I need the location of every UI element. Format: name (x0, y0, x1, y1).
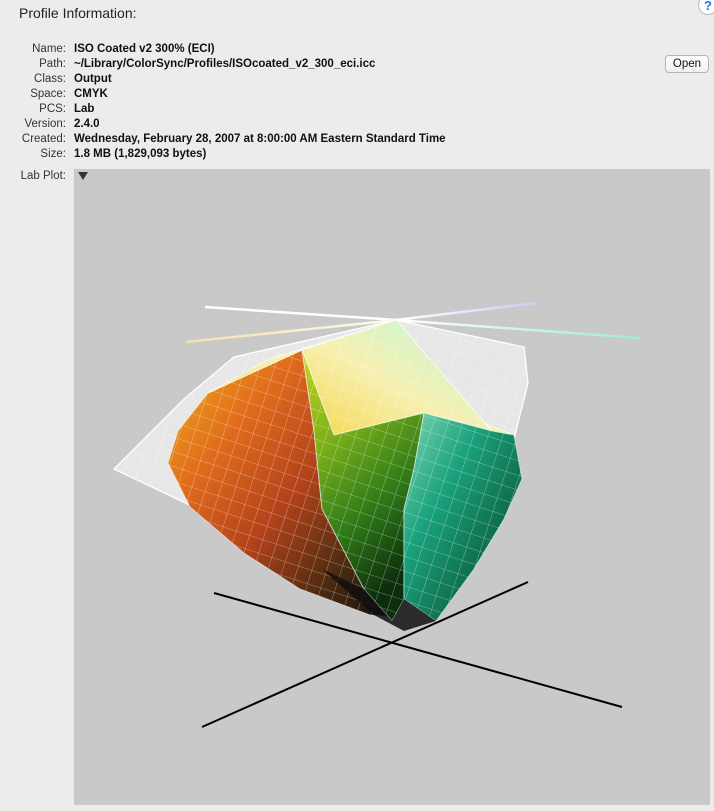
info-row-version: Version: 2.4.0 (0, 117, 446, 132)
info-value-pcs: Lab (74, 103, 95, 115)
info-label: Created: (21, 133, 66, 145)
info-row-path: Path: ~/Library/ColorSync/Profiles/ISOco… (0, 57, 446, 72)
info-row-class: Class: Output (0, 72, 446, 87)
info-value-name: ISO Coated v2 300% (ECI) (74, 43, 215, 55)
gamut-3d-plot (112, 301, 641, 728)
lab-plot-label: Lab Plot: (20, 170, 66, 182)
info-label: Size: (40, 148, 66, 160)
info-label: Path: (39, 58, 66, 70)
info-value-version: 2.4.0 (74, 118, 100, 130)
lab-plot-view[interactable] (74, 169, 710, 805)
info-value-space: CMYK (74, 88, 108, 100)
info-label: Space: (30, 88, 66, 100)
info-value-size: 1.8 MB (1,829,093 bytes) (74, 148, 207, 160)
open-button[interactable]: Open (665, 55, 709, 73)
section-title: Profile Information: (19, 5, 137, 21)
info-row-space: Space: CMYK (0, 87, 446, 102)
info-row-created: Created: Wednesday, February 28, 2007 at… (0, 132, 446, 147)
question-mark-icon: ? (704, 0, 712, 13)
info-label: PCS: (39, 103, 66, 115)
info-label: Version: (24, 118, 66, 130)
info-label: Class: (34, 73, 66, 85)
info-value-class: Output (74, 73, 112, 85)
info-label: Name: (32, 43, 66, 55)
profile-info-grid: Name: ISO Coated v2 300% (ECI) Path: ~/L… (0, 42, 446, 162)
info-value-path: ~/Library/ColorSync/Profiles/ISOcoated_v… (74, 58, 376, 70)
triangle-down-icon[interactable] (78, 172, 88, 180)
info-row-size: Size: 1.8 MB (1,829,093 bytes) (0, 147, 446, 162)
info-row-name: Name: ISO Coated v2 300% (ECI) (0, 42, 446, 57)
info-row-pcs: PCS: Lab (0, 102, 446, 117)
info-value-created: Wednesday, February 28, 2007 at 8:00:00 … (74, 133, 446, 145)
help-button[interactable]: ? (698, 0, 714, 15)
